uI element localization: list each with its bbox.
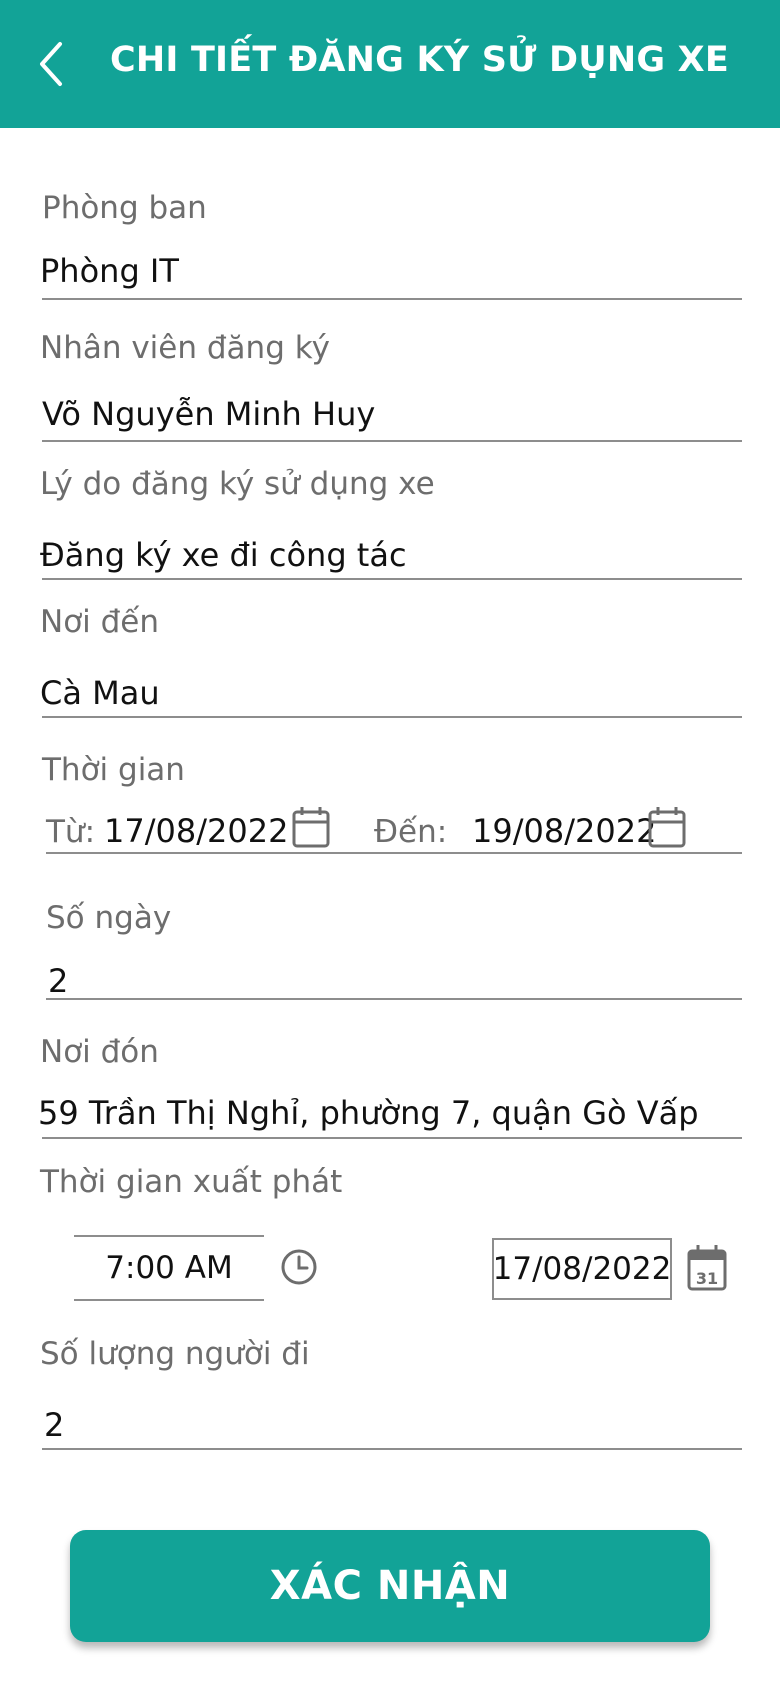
employee-value[interactable]: Võ Nguyễn Minh Huy <box>42 395 375 433</box>
calendar-icon[interactable] <box>292 806 330 848</box>
period-to-value[interactable]: 19/08/2022 <box>472 812 656 850</box>
reason-value[interactable]: Đăng ký xe đi công tác <box>40 536 407 574</box>
departure-time-field[interactable]: 7:00 AM <box>74 1235 264 1301</box>
calendar-icon[interactable] <box>648 806 686 848</box>
app-header: CHI TIẾT ĐĂNG KÝ SỬ DỤNG XE <box>0 0 780 128</box>
back-arrow-icon[interactable] <box>34 38 70 90</box>
pickup-label: Nơi đón <box>40 1034 159 1070</box>
destination-label: Nơi đến <box>40 604 160 640</box>
passengers-value[interactable]: 2 <box>44 1406 64 1444</box>
destination-value[interactable]: Cà Mau <box>40 674 160 712</box>
employee-label: Nhân viên đăng ký <box>40 330 330 366</box>
department-underline <box>42 298 742 300</box>
passengers-underline <box>42 1448 742 1450</box>
period-label: Thời gian <box>42 752 185 788</box>
period-to-label: Đến: <box>374 814 448 850</box>
departure-date-field[interactable]: 17/08/2022 <box>492 1238 672 1300</box>
reason-underline <box>42 578 742 580</box>
period-underline <box>46 852 742 854</box>
calendar-31-icon[interactable]: 31 <box>686 1244 728 1292</box>
passengers-label: Số lượng người đi <box>40 1336 310 1372</box>
departure-label: Thời gian xuất phát <box>40 1164 343 1200</box>
clock-icon[interactable] <box>280 1248 318 1286</box>
page-title: CHI TIẾT ĐĂNG KÝ SỬ DỤNG XE <box>110 40 729 80</box>
days-value[interactable]: 2 <box>48 962 68 1000</box>
destination-underline <box>42 716 742 718</box>
period-from-label: Từ: <box>46 814 96 850</box>
pickup-underline <box>42 1137 742 1139</box>
department-label: Phòng ban <box>42 190 207 226</box>
days-underline <box>46 998 742 1000</box>
employee-underline <box>42 440 742 442</box>
period-from-value[interactable]: 17/08/2022 <box>104 812 288 850</box>
pickup-value[interactable]: 59 Trần Thị Nghỉ, phường 7, quận Gò Vấp <box>38 1094 699 1132</box>
department-value[interactable]: Phòng IT <box>40 252 179 290</box>
reason-label: Lý do đăng ký sử dụng xe <box>40 466 435 502</box>
confirm-button[interactable]: XÁC NHẬN <box>70 1530 710 1642</box>
days-label: Số ngày <box>46 900 172 936</box>
calendar-day-text: 31 <box>696 1269 718 1288</box>
